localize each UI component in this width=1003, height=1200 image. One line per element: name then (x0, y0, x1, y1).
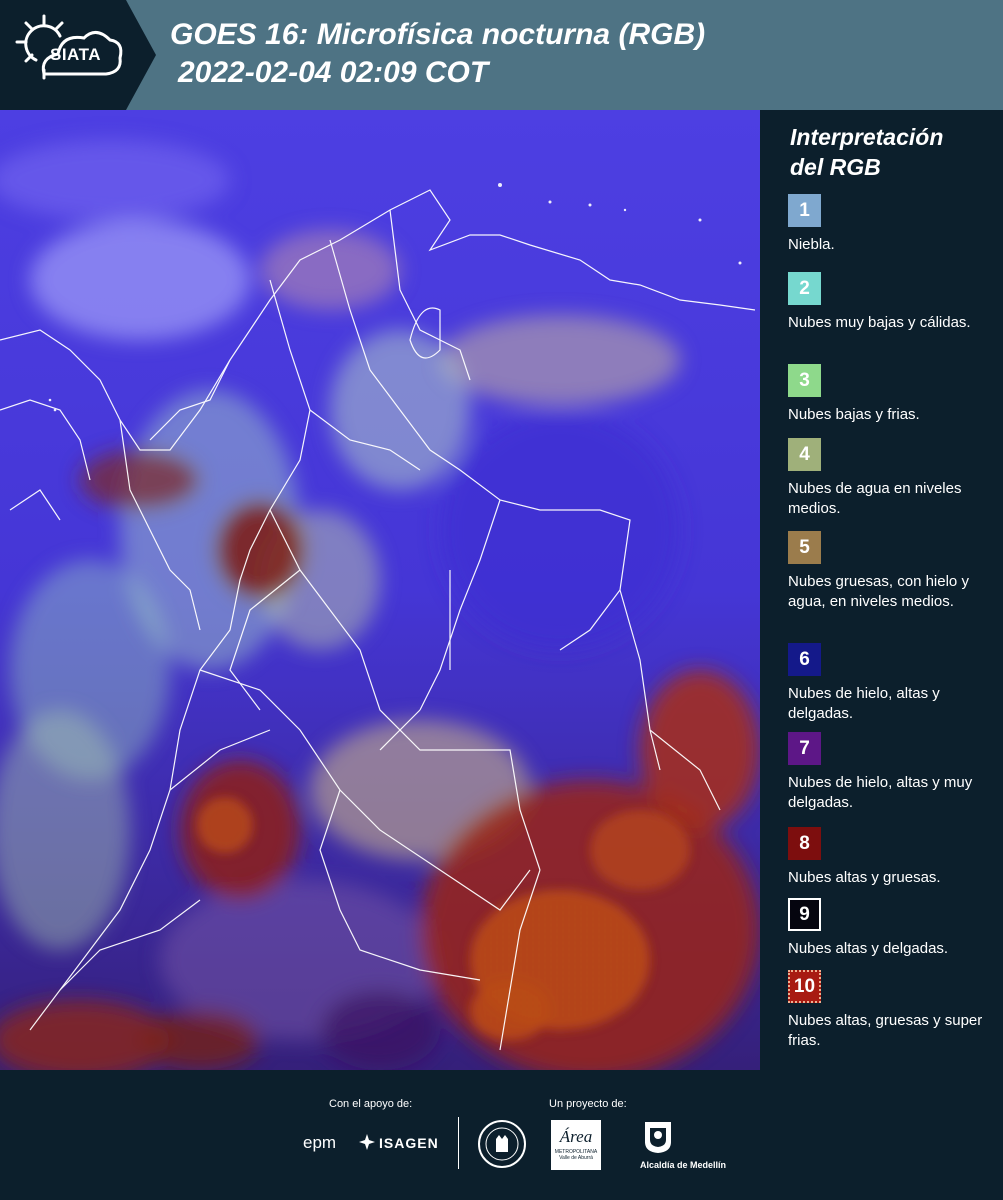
legend-label: Nubes de hielo, altas y muy delgadas. (788, 774, 973, 811)
siata-logo[interactable]: SIATA (0, 0, 126, 110)
legend-label: Nubes altas y gruesas. (788, 869, 941, 886)
isagen-icon (359, 1134, 375, 1150)
legend-swatch: 7 (788, 732, 821, 765)
logo-arrow (126, 0, 156, 110)
alcaldia-logo[interactable]: Alcaldía de Medellín (640, 1160, 726, 1170)
isagen-logo[interactable]: ISAGEN (379, 1135, 439, 1151)
legend-swatch: 1 (788, 194, 821, 227)
legend-item: 8 Nubes altas y gruesas. (788, 827, 993, 888)
title-line-2: 2022-02-04 02:09 COT (178, 56, 489, 89)
legend-label: Niebla. (788, 236, 835, 253)
medellin-crest-icon (645, 1122, 671, 1153)
satellite-map[interactable] (0, 110, 760, 1070)
legend-item: 3 Nubes bajas y frias. (788, 364, 993, 425)
legend-swatch: 8 (788, 827, 821, 860)
legend-label: Nubes muy bajas y cálidas. (788, 314, 971, 331)
epm-logo[interactable]: epm (303, 1133, 336, 1153)
legend-title-line-2: del RGB (790, 154, 881, 180)
legend-swatch: 2 (788, 272, 821, 305)
title-line-1: GOES 16: Microfísica nocturna (RGB) (170, 18, 706, 51)
siata-seal-icon[interactable] (477, 1119, 527, 1169)
legend-swatch: 6 (788, 643, 821, 676)
legend-item: 7 Nubes de hielo, altas y muy delgadas. (788, 732, 993, 813)
area-logo-text: Área (559, 1127, 593, 1146)
footer-divider (458, 1117, 459, 1169)
legend-item: 1 Niebla. (788, 194, 993, 255)
legend-item: 5 Nubes gruesas, con hielo y agua, en ni… (788, 531, 993, 612)
legend-label: Nubes altas, gruesas y super frias. (788, 1012, 983, 1049)
legend-swatch: 9 (788, 898, 821, 931)
logo-text: SIATA (50, 45, 101, 64)
legend-label: Nubes bajas y frias. (788, 406, 920, 423)
legend-swatch: 10 (788, 970, 821, 1003)
page-title: GOES 16: Microfísica nocturna (RGB) 2022… (170, 16, 705, 92)
support-label: Con el apoyo de: (329, 1098, 413, 1110)
project-label: Un proyecto de: (549, 1098, 627, 1110)
legend-title-line-1: Interpretación (790, 124, 944, 150)
legend-swatch: 4 (788, 438, 821, 471)
legend-swatch: 3 (788, 364, 821, 397)
legend-label: Nubes gruesas, con hielo y agua, en nive… (788, 573, 969, 610)
legend-item: 4 Nubes de agua en niveles medios. (788, 438, 993, 519)
footer: Con el apoyo de: Un proyecto de: epm ISA… (0, 1070, 1003, 1200)
legend-title: Interpretación del RGB (790, 122, 990, 182)
legend-item: 2 Nubes muy bajas y cálidas. (788, 272, 993, 333)
legend-label: Nubes de hielo, altas y delgadas. (788, 685, 940, 722)
legend-item: 6 Nubes de hielo, altas y delgadas. (788, 643, 993, 724)
legend-item: 9 Nubes altas y delgadas. (788, 898, 993, 959)
area-metropolitana-logo[interactable]: Área METROPOLITANA Valle de Aburrá (551, 1120, 601, 1170)
legend-label: Nubes altas y delgadas. (788, 940, 949, 957)
legend-panel: Interpretación del RGB 1 Niebla. 2 Nubes… (760, 110, 1003, 1070)
header-band: SIATA GOES 16: Microfísica nocturna (RGB… (0, 0, 1003, 110)
legend-item: 10 Nubes altas, gruesas y super frias. (788, 970, 993, 1051)
legend-label: Nubes de agua en niveles medios. (788, 480, 962, 517)
rgb-composite-image (0, 110, 760, 1070)
legend-swatch: 5 (788, 531, 821, 564)
area-logo-sub2: Valle de Aburrá (559, 1155, 593, 1161)
